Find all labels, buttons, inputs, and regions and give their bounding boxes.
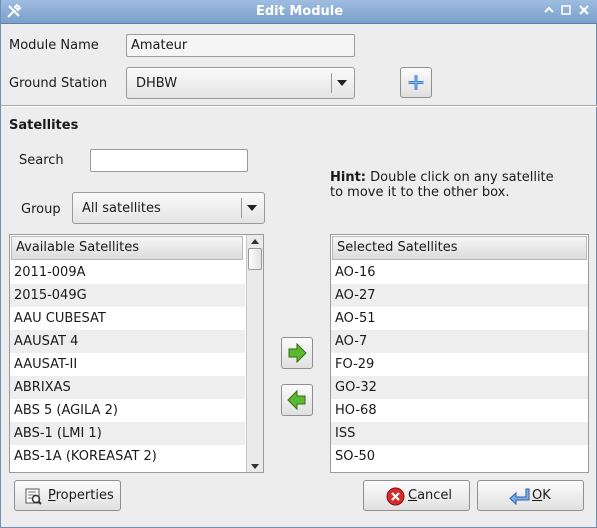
- list-item[interactable]: AO-51: [331, 307, 588, 330]
- hint-text: Hint: Double click on any satellite to m…: [330, 170, 554, 200]
- list-item[interactable]: ISS: [331, 422, 588, 445]
- selected-satellites-list[interactable]: Selected Satellites AO-16 AO-27 AO-51 AO…: [330, 234, 589, 473]
- properties-label: Properties: [48, 488, 114, 503]
- available-satellites-list[interactable]: Available Satellites 2011-009A 2015-049G…: [9, 234, 264, 473]
- hint-bold: Hint:: [330, 170, 367, 185]
- scroll-up-icon[interactable]: [247, 235, 263, 247]
- edit-module-dialog: Edit Module Module Name Ground Station D…: [0, 0, 597, 528]
- move-to-selected-button[interactable]: [281, 337, 313, 369]
- list-item[interactable]: 2011-009A: [10, 261, 245, 284]
- shade-icon[interactable]: [542, 4, 556, 18]
- list-item[interactable]: ABS 5 (AGILA 2): [10, 399, 245, 422]
- cancel-label: Cancel: [408, 488, 453, 503]
- list-item[interactable]: SO-50: [331, 445, 588, 468]
- list-item[interactable]: ABS-1 (LMI 1): [10, 422, 245, 445]
- chevron-down-icon: [247, 205, 257, 211]
- list-item[interactable]: AAU CUBESAT: [10, 307, 245, 330]
- group-combo[interactable]: All satellites: [72, 192, 265, 224]
- list-item[interactable]: AO-27: [331, 284, 588, 307]
- chevron-down-icon: [337, 80, 347, 86]
- arrow-left-icon: [287, 389, 306, 411]
- list-item[interactable]: ABRIXAS: [10, 376, 245, 399]
- list-item[interactable]: AO-7: [331, 330, 588, 353]
- available-rows: 2011-009A 2015-049G AAU CUBESAT AAUSAT 4…: [10, 261, 245, 468]
- group-label: Group: [21, 202, 61, 217]
- search-input[interactable]: [90, 149, 248, 172]
- ground-station-label: Ground Station: [9, 76, 108, 91]
- cancel-button[interactable]: Cancel: [363, 480, 470, 511]
- available-scrollbar[interactable]: [246, 235, 263, 472]
- available-satellites-header[interactable]: Available Satellites: [11, 236, 243, 260]
- module-name-input[interactable]: [126, 34, 355, 57]
- properties-button[interactable]: Properties: [14, 480, 121, 511]
- search-label: Search: [19, 153, 64, 168]
- maximize-icon[interactable]: [559, 4, 573, 18]
- close-icon[interactable]: [577, 4, 591, 18]
- ok-label: OK: [532, 488, 551, 503]
- arrow-right-icon: [288, 342, 307, 364]
- scroll-down-icon[interactable]: [247, 460, 263, 472]
- ground-station-value: DHBW: [136, 76, 178, 91]
- ok-button[interactable]: OK: [477, 480, 584, 511]
- list-item[interactable]: ABS-1A (KOREASAT 2): [10, 445, 245, 468]
- hint-line2: to move it to the other box.: [330, 185, 510, 200]
- properties-icon: [25, 488, 42, 505]
- plus-icon: [408, 75, 424, 90]
- list-item[interactable]: FO-29: [331, 353, 588, 376]
- list-item[interactable]: GO-32: [331, 376, 588, 399]
- list-item[interactable]: AAUSAT 4: [10, 330, 245, 353]
- title-bar[interactable]: Edit Module: [1, 0, 597, 24]
- list-item[interactable]: AAUSAT-II: [10, 353, 245, 376]
- window-title: Edit Module: [255, 4, 344, 19]
- list-item[interactable]: HO-68: [331, 399, 588, 422]
- selected-satellites-header[interactable]: Selected Satellites: [332, 236, 587, 260]
- move-to-available-button[interactable]: [281, 384, 313, 416]
- list-item[interactable]: 2015-049G: [10, 284, 245, 307]
- enter-icon: [509, 488, 530, 506]
- list-item[interactable]: AO-16: [331, 261, 588, 284]
- ground-station-combo[interactable]: DHBW: [126, 67, 355, 99]
- hint-line1: Double click on any satellite: [366, 170, 554, 185]
- module-name-label: Module Name: [9, 38, 99, 53]
- add-ground-station-button[interactable]: [400, 67, 432, 98]
- group-value: All satellites: [82, 201, 161, 216]
- satellites-section-title: Satellites: [9, 118, 79, 133]
- cancel-icon: [386, 487, 405, 506]
- scroll-thumb[interactable]: [248, 248, 262, 270]
